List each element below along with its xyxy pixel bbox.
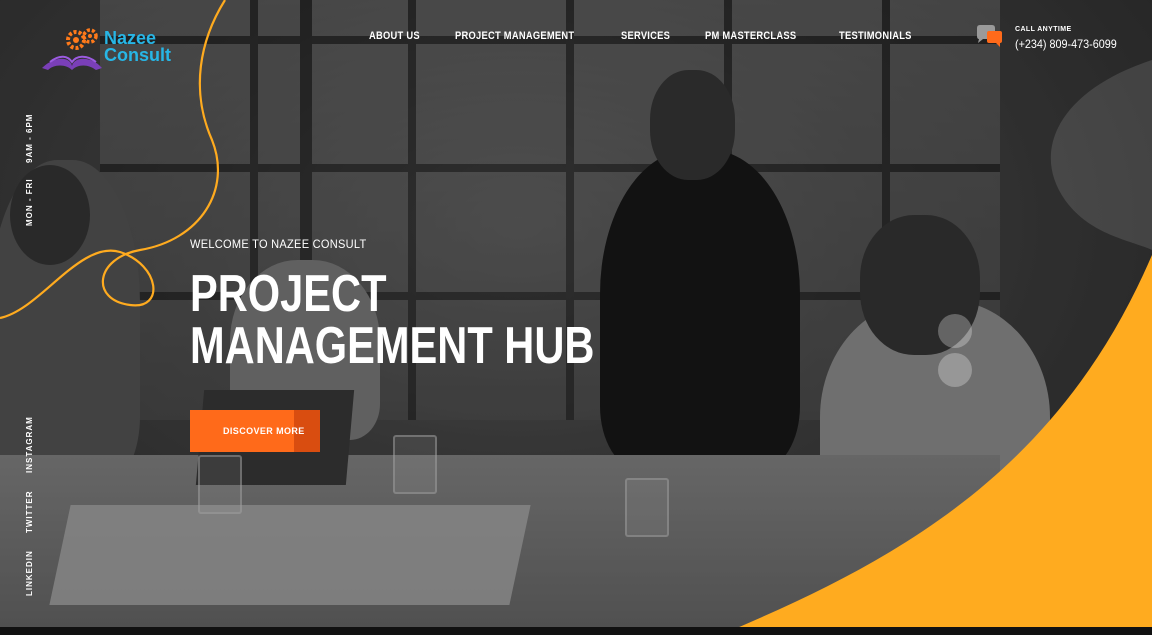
phone-number[interactable]: (+234) 809-473-6099 bbox=[1015, 37, 1117, 51]
nav-testimonials[interactable]: TESTIMONIALS bbox=[839, 30, 912, 42]
decor-circle bbox=[938, 353, 972, 387]
business-hours: 9AM - 6PM bbox=[25, 113, 34, 163]
nav-project-management[interactable]: PROJECT MANAGEMENT bbox=[455, 30, 574, 42]
main-nav: ABOUT US PROJECT MANAGEMENT SERVICES PM … bbox=[369, 30, 924, 42]
nav-pm-masterclass[interactable]: PM MASTERCLASS bbox=[705, 30, 796, 42]
hero-title: PROJECT MANAGEMENT HUB bbox=[190, 268, 594, 372]
hero-welcome-text: WELCOME TO NAZEE CONSULT bbox=[190, 237, 367, 251]
nav-services[interactable]: SERVICES bbox=[621, 30, 670, 42]
hero-title-line1: PROJECT bbox=[190, 265, 387, 323]
nav-about-us[interactable]: ABOUT US bbox=[369, 30, 420, 42]
social-twitter[interactable]: TWITTER bbox=[25, 490, 34, 533]
gears-book-icon bbox=[42, 28, 102, 70]
brand-logo[interactable]: Nazee Consult bbox=[40, 26, 180, 72]
call-label: CALL ANYTIME bbox=[1015, 26, 1072, 33]
decor-circle bbox=[938, 314, 972, 348]
bottom-strip bbox=[0, 627, 1152, 635]
brand-name-line2: Consult bbox=[104, 45, 171, 65]
social-instagram[interactable]: INSTAGRAM bbox=[25, 416, 34, 473]
discover-more-button[interactable]: DISCOVER MORE bbox=[190, 410, 320, 452]
call-anytime[interactable]: CALL ANYTIME (+234) 809-473-6099 bbox=[975, 24, 1117, 56]
hero-title-line2: MANAGEMENT HUB bbox=[190, 317, 595, 375]
chat-bubble-icon bbox=[977, 25, 1002, 47]
social-linkedin[interactable]: LINKEDIN bbox=[25, 550, 34, 596]
business-days: MON - FRI bbox=[25, 178, 34, 226]
